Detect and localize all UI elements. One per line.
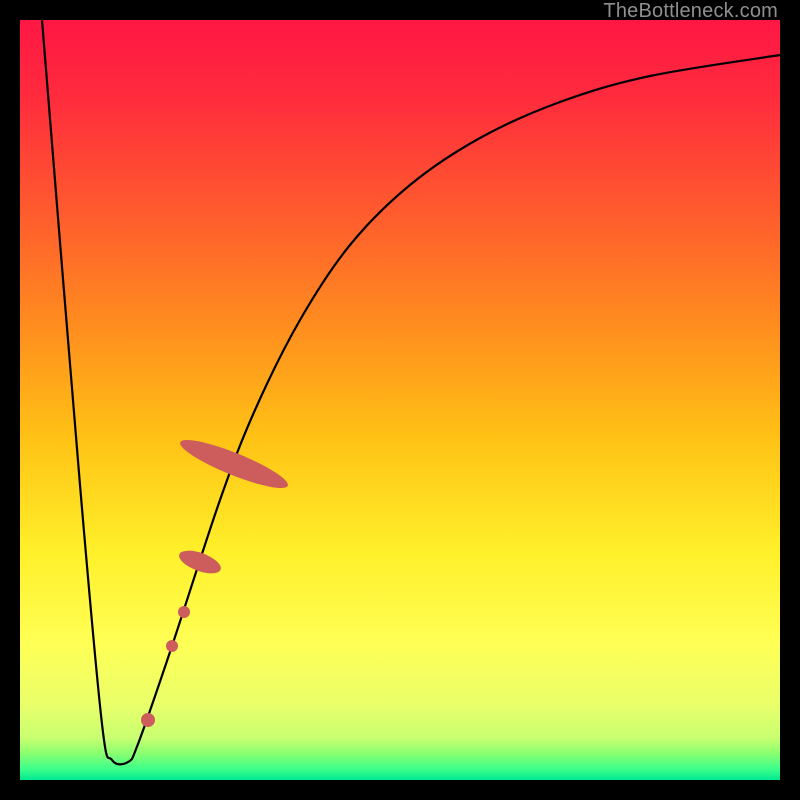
watermark-text: TheBottleneck.com bbox=[603, 0, 778, 23]
data-marker bbox=[141, 713, 155, 727]
chart-frame bbox=[20, 20, 780, 780]
data-marker bbox=[178, 606, 190, 618]
bottleneck-plot bbox=[20, 20, 780, 780]
data-marker bbox=[166, 640, 178, 652]
gradient-background bbox=[20, 20, 780, 780]
